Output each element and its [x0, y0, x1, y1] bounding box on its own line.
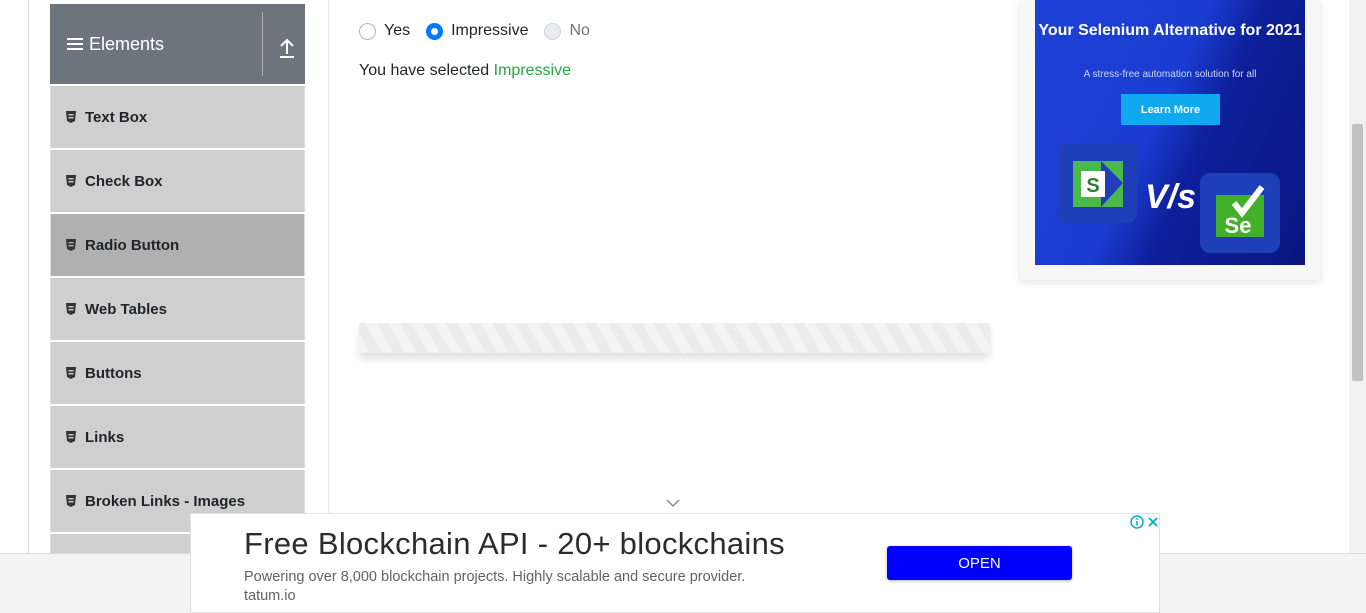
- group-title-label: Elements: [89, 33, 165, 54]
- sidebar-item-radio-button[interactable]: Radio Button: [50, 214, 305, 276]
- svg-text:Se: Se: [1225, 213, 1252, 238]
- svg-text:S: S: [1086, 175, 1099, 197]
- result-prefix: You have selected: [359, 62, 494, 79]
- sidebar-item-label: Radio Button: [85, 236, 180, 254]
- result-value: Impressive: [493, 62, 571, 79]
- radio-label: No: [569, 22, 590, 39]
- radio-label[interactable]: Yes: [384, 22, 410, 40]
- sidebar-item-label: Text Box: [85, 108, 148, 126]
- sidebar-item-label: Broken Links - Images: [85, 492, 246, 510]
- radio-no: [544, 22, 562, 40]
- sidebar-item-buttons[interactable]: Buttons: [50, 342, 305, 404]
- html5-icon: [66, 303, 76, 315]
- sidebar-item-label: Buttons: [85, 364, 142, 382]
- header-separator: [262, 12, 263, 76]
- close-icon[interactable]: [1146, 515, 1160, 529]
- sidebar-item-text-box[interactable]: Text Box: [50, 86, 305, 148]
- page: Elements Text Box Check Box Radio Button: [0, 0, 1366, 613]
- selenium-logo-icon: Se: [1216, 185, 1265, 238]
- upload-icon: [280, 38, 294, 58]
- html5-icon: [66, 175, 76, 187]
- selection-result: You have selected Impressive: [359, 62, 571, 80]
- hamburger-icon: [67, 35, 83, 53]
- elements-group-header[interactable]: Elements: [50, 4, 305, 84]
- html5-icon: [66, 239, 76, 251]
- html5-icon: [66, 495, 76, 507]
- open-button[interactable]: OPEN: [887, 546, 1072, 580]
- html5-icon: [66, 431, 76, 443]
- html5-icon: [66, 367, 76, 379]
- sidebar-item-check-box[interactable]: Check Box: [50, 150, 305, 212]
- side-ad-card: Your Selenium Alternative for 2021 A str…: [1020, 0, 1320, 280]
- katalon-logo: S: [1057, 143, 1137, 223]
- bottom-ad-title[interactable]: Free Blockchain API - 20+ blockchains: [244, 526, 785, 562]
- left-border: [28, 0, 29, 553]
- sidebar-item-label: Check Box: [85, 172, 163, 190]
- chevron-down-icon[interactable]: [666, 498, 680, 508]
- html5-icon: [66, 111, 76, 123]
- bottom-ad-banner[interactable]: Free Blockchain API - 20+ blockchains Po…: [190, 513, 1160, 613]
- sidebar-item-links[interactable]: Links: [50, 406, 305, 468]
- page-scrollbar-thumb[interactable]: [1352, 124, 1363, 381]
- sidebar-item-label: Web Tables: [85, 300, 167, 318]
- collapse-toggle-button[interactable]: [272, 32, 302, 62]
- info-icon[interactable]: [1130, 515, 1144, 529]
- radio-group: Yes Impressive No: [359, 22, 606, 40]
- selenium-logo: Se: [1200, 173, 1280, 253]
- radio-option-impressive[interactable]: Impressive: [426, 22, 528, 40]
- side-ad-banner[interactable]: Your Selenium Alternative for 2021 A str…: [1035, 0, 1305, 265]
- ad-subtitle: A stress-free automation solution for al…: [1083, 69, 1257, 80]
- vs-text: V/s: [1145, 178, 1197, 216]
- katalon-logo-icon: S: [1073, 161, 1123, 207]
- radio-option-yes[interactable]: Yes: [359, 22, 410, 40]
- bottom-ad-domain[interactable]: tatum.io: [244, 588, 296, 604]
- sidebar-divider: [328, 0, 329, 553]
- radio-label[interactable]: Impressive: [451, 22, 528, 40]
- radio-impressive[interactable]: [426, 22, 444, 40]
- sidebar-item-label: Links: [85, 428, 125, 446]
- learn-more-button[interactable]: Learn More: [1121, 94, 1220, 125]
- group-title: Elements: [50, 34, 164, 55]
- bottom-ad-description: Powering over 8,000 blockchain projects.…: [244, 569, 746, 585]
- ad-title: Your Selenium Alternative for 2021: [1038, 22, 1302, 39]
- radio-yes[interactable]: [359, 22, 376, 40]
- ad-placeholder-strip: [359, 323, 990, 353]
- radio-option-no: No: [544, 22, 590, 40]
- sidebar-item-web-tables[interactable]: Web Tables: [50, 278, 305, 340]
- sidebar-accordion: Elements Text Box Check Box Radio Button: [50, 4, 305, 553]
